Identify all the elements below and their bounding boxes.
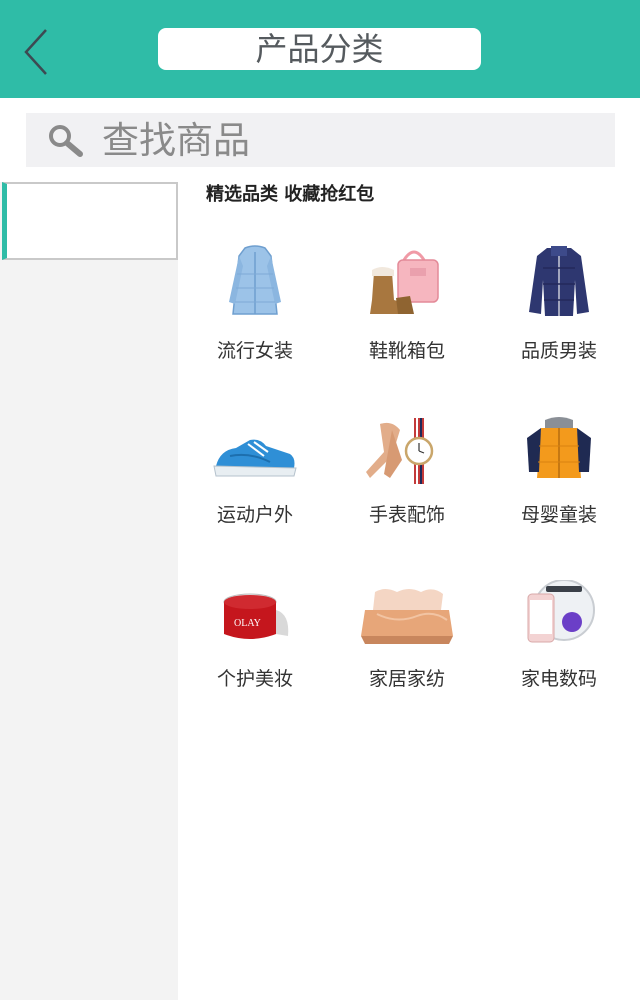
sidebar-item-selected[interactable] [2, 182, 178, 260]
category-item[interactable]: OLAY 个护美妆 [180, 580, 330, 710]
category-sidebar [0, 182, 178, 1000]
shoes-bag-icon [370, 250, 439, 314]
category-item[interactable]: 流行女装 [180, 242, 330, 372]
promo-heading: 精选品类 收藏抢红包 [206, 184, 375, 205]
category-item[interactable]: 母婴童装 [484, 416, 634, 546]
category-label: 母婴童装 [520, 504, 597, 526]
kids-jacket-icon [527, 417, 591, 478]
chevron-left-icon [24, 29, 47, 75]
search-input[interactable] [102, 117, 602, 163]
watch-scarf-icon [366, 418, 434, 484]
header-bar: 产品分类 [0, 0, 640, 98]
back-button[interactable] [18, 26, 58, 78]
category-label: 个护美妆 [216, 668, 293, 690]
category-label: 手表配饰 [368, 504, 445, 526]
category-label: 家居家纺 [368, 668, 445, 690]
page-title: 产品分类 [158, 28, 481, 70]
category-label: 鞋靴箱包 [368, 340, 445, 362]
phone-robot-icon [527, 580, 595, 643]
mens-jacket-icon [529, 246, 589, 316]
search-bar[interactable] [26, 113, 615, 167]
category-item[interactable]: 运动户外 [180, 416, 330, 546]
category-label: 家电数码 [520, 668, 597, 690]
category-label: 运动户外 [216, 504, 293, 526]
category-item[interactable]: 家居家纺 [332, 580, 482, 710]
category-item[interactable]: 鞋靴箱包 [332, 242, 482, 372]
bedding-icon [361, 589, 453, 644]
category-label: 品质男装 [520, 340, 597, 362]
category-item[interactable]: 家电数码 [484, 580, 634, 710]
svg-text:OLAY: OLAY [234, 618, 261, 629]
cream-jar-icon: OLAY [223, 593, 289, 639]
search-icon [49, 125, 83, 157]
category-item[interactable]: 手表配饰 [332, 416, 482, 546]
category-item[interactable]: 品质男装 [484, 242, 634, 372]
category-label: 流行女装 [216, 340, 293, 362]
sneaker-icon [213, 439, 297, 477]
womens-coat-icon [229, 245, 281, 315]
